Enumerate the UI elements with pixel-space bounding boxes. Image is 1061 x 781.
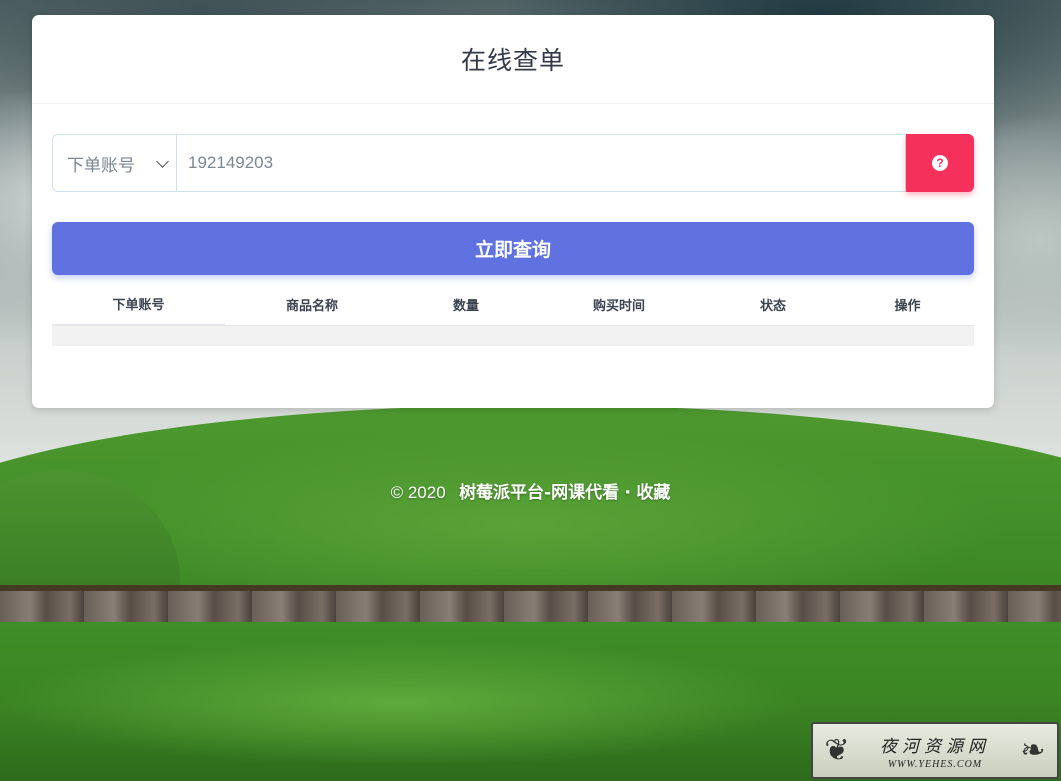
table-header: 下单账号 商品名称 数量 购买时间 状态 操作	[52, 283, 974, 325]
favorite-link[interactable]: 收藏	[636, 483, 670, 503]
site-name-link[interactable]: 树莓派平台-网课代看	[459, 483, 619, 503]
help-button[interactable]: ?	[906, 134, 974, 192]
footer-separator: ·	[624, 483, 631, 503]
watermark-en: WWW.YEHES.COM	[887, 758, 983, 770]
stone-wall	[0, 585, 1061, 625]
search-row: 下单账号 192149203 ?	[52, 134, 974, 192]
footer: © 2020 树莓派平台-网课代看 · 收藏	[0, 478, 1061, 503]
query-type-value: 下单账号	[67, 155, 135, 176]
column-header[interactable]: 操作	[841, 295, 974, 314]
account-input-value: 192149203	[188, 153, 274, 172]
watermark-cn: 夜河资源网	[880, 736, 990, 757]
query-now-button[interactable]: 立即查询	[52, 222, 974, 275]
page-title: 在线查单	[460, 46, 565, 75]
column-header[interactable]: 状态	[705, 295, 841, 314]
column-header[interactable]: 下单账号	[52, 283, 225, 325]
column-header[interactable]: 商品名称	[225, 295, 399, 314]
account-input[interactable]: 192149203	[177, 134, 906, 192]
copyright-text: © 2020	[390, 483, 446, 502]
column-header[interactable]: 购买时间	[533, 295, 705, 314]
ornament-right-icon: ❧	[1020, 733, 1046, 768]
query-type-select[interactable]: 下单账号	[52, 134, 177, 192]
question-circle-icon: ?	[932, 155, 948, 171]
watermark-logo: ❦ ❧ 夜河资源网 WWW.YEHES.COM	[811, 722, 1059, 779]
ornament-left-icon: ❦	[824, 733, 850, 768]
chevron-down-icon	[156, 155, 169, 168]
order-table: 下单账号 商品名称 数量 购买时间 状态 操作	[52, 283, 974, 346]
column-header[interactable]: 数量	[399, 295, 533, 314]
order-query-card: 在线查单 下单账号 192149203 ? 立即查询 下单账号 商品名称 数量 …	[32, 15, 994, 408]
card-header: 在线查单	[32, 15, 994, 104]
table-body-empty	[52, 325, 974, 346]
